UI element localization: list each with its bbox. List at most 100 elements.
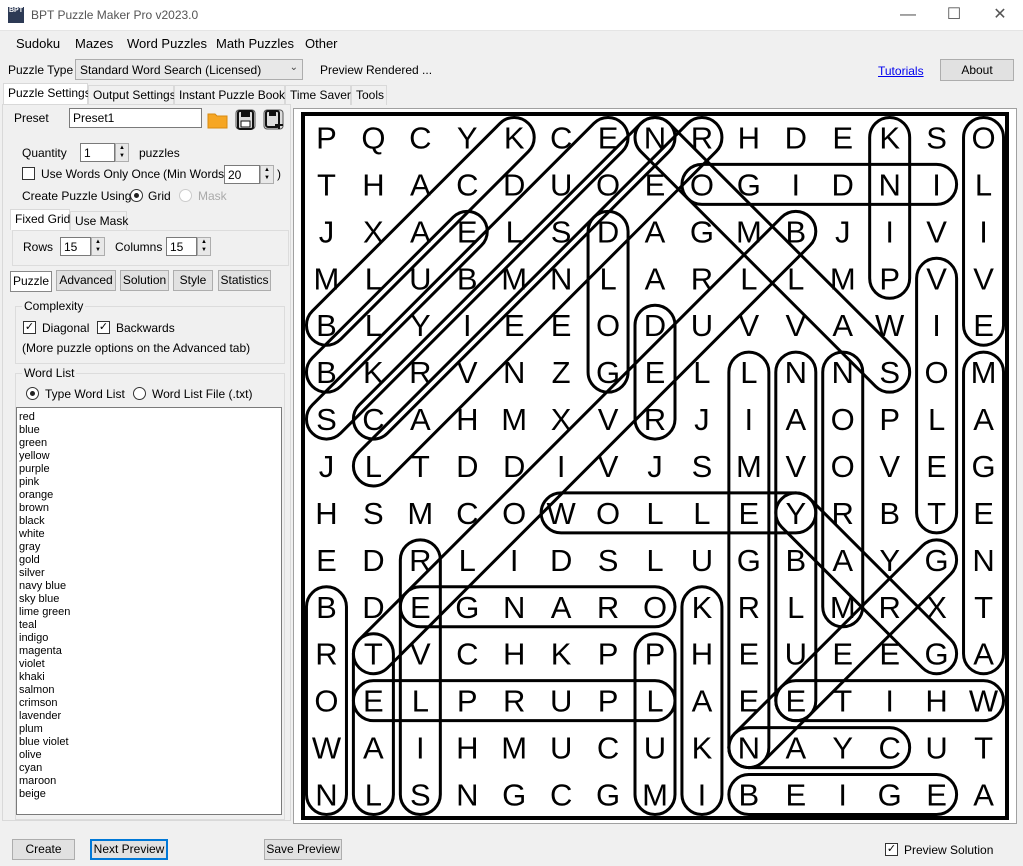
- quantity-stepper[interactable]: ▲ ▼: [115, 143, 129, 162]
- preset-input[interactable]: Preset1: [69, 108, 202, 128]
- puzzle-type-select[interactable]: Standard Word Search (Licensed) ⌄: [75, 59, 303, 80]
- word-list-item: pink: [19, 476, 40, 488]
- grid-letter: O: [596, 308, 620, 343]
- tab-time-saver[interactable]: Time Saver: [285, 85, 351, 105]
- grid-letter: D: [785, 120, 807, 155]
- subtab-statistics[interactable]: Statistics: [218, 270, 271, 291]
- grid-letter: C: [550, 778, 572, 813]
- grid-letter: M: [501, 402, 527, 437]
- mask-radio[interactable]: [179, 189, 192, 202]
- subtab-style[interactable]: Style: [173, 270, 213, 291]
- type-word-list-radio[interactable]: [26, 387, 39, 400]
- word-list-file-radio[interactable]: [133, 387, 146, 400]
- grid-letter: S: [363, 496, 384, 531]
- grid-letter: U: [550, 684, 572, 719]
- tab-tools[interactable]: Tools: [351, 85, 387, 105]
- grid-letter: M: [830, 590, 856, 625]
- grid-letter: J: [694, 402, 710, 437]
- menu-other[interactable]: Other: [305, 36, 338, 51]
- type-word-list-label: Type Word List: [45, 387, 125, 401]
- advanced-note: (More puzzle options on the Advanced tab…: [22, 341, 251, 355]
- preset-label: Preset: [14, 111, 49, 125]
- minimize-icon[interactable]: —: [885, 0, 931, 31]
- tab-output-settings[interactable]: Output Settings: [88, 85, 176, 105]
- grid-letter: K: [504, 120, 525, 155]
- grid-letter: R: [503, 684, 525, 719]
- grid-letter: H: [503, 637, 525, 672]
- menu-mazes[interactable]: Mazes: [75, 36, 113, 51]
- grid-letter: U: [691, 308, 713, 343]
- menu-word-puzzles[interactable]: Word Puzzles: [127, 36, 207, 51]
- backwards-checkbox[interactable]: ✓: [97, 321, 110, 334]
- grid-letter: U: [691, 543, 713, 578]
- subtab-advanced[interactable]: Advanced: [56, 270, 116, 291]
- columns-input[interactable]: 15: [166, 237, 197, 256]
- word-list-item: black: [19, 515, 45, 527]
- grid-letter: I: [979, 214, 988, 249]
- close-icon[interactable]: ✕: [977, 0, 1023, 31]
- menu-sudoku[interactable]: Sudoku: [16, 36, 60, 51]
- maximize-icon[interactable]: ☐: [931, 0, 977, 31]
- grid-letter: S: [598, 543, 619, 578]
- diagonal-checkbox[interactable]: ✓: [23, 321, 36, 334]
- subtab-solution[interactable]: Solution: [120, 270, 169, 291]
- word-list-item: sky blue: [19, 593, 60, 605]
- grid-letter: Y: [832, 731, 853, 766]
- grid-letter: V: [973, 261, 994, 296]
- subtab-puzzle[interactable]: Puzzle: [10, 271, 52, 292]
- word-list-item: plum: [19, 723, 43, 735]
- puzzle-grid: P Q C Y K C E N R H D E K S OT H A C D U O E O G I D N I LJ X A E L S D A G M…: [301, 112, 1009, 820]
- grid-letter: V: [598, 402, 619, 437]
- about-button[interactable]: About: [940, 59, 1014, 81]
- grid-letter: A: [551, 590, 572, 625]
- grid-letter: P: [316, 120, 337, 155]
- grid-letter: N: [315, 778, 337, 813]
- grid-letter: N: [878, 167, 900, 202]
- grid-letter: L: [646, 543, 663, 578]
- word-list-textarea[interactable]: red blue green yellow purple pink orange brown b…: [16, 407, 282, 815]
- next-preview-button[interactable]: Next Preview: [90, 839, 168, 860]
- grid-letter: T: [974, 590, 993, 625]
- grid-letter: H: [456, 731, 478, 766]
- puzzle-type-value: Standard Word Search (Licensed): [80, 63, 262, 77]
- tutorials-link[interactable]: Tutorials: [878, 64, 924, 78]
- rows-stepper[interactable]: ▲ ▼: [91, 237, 105, 256]
- grid-letter: N: [456, 778, 478, 813]
- grid-letter: D: [456, 449, 478, 484]
- grid-letter: V: [879, 449, 900, 484]
- grid-letter: L: [693, 496, 710, 531]
- open-folder-icon[interactable]: [206, 108, 229, 131]
- grid-letter: E: [785, 684, 806, 719]
- grid-letter: D: [362, 543, 384, 578]
- save-preview-button[interactable]: Save Preview: [264, 839, 342, 860]
- quantity-input[interactable]: 1: [80, 143, 115, 162]
- save-icon[interactable]: [234, 108, 257, 131]
- word-list-item: blue: [19, 424, 40, 436]
- save-as-icon[interactable]: [262, 108, 285, 131]
- tab-use-mask[interactable]: Use Mask: [70, 211, 128, 230]
- min-words-input[interactable]: 20: [224, 165, 260, 184]
- tab-instant-puzzle-books[interactable]: Instant Puzzle Books: [174, 85, 291, 105]
- grid-letter: I: [557, 449, 566, 484]
- grid-letter: H: [362, 167, 384, 202]
- grid-letter: D: [550, 543, 572, 578]
- grid-letter: V: [926, 214, 947, 249]
- min-words-label: (Min Words:: [163, 167, 228, 181]
- grid-letter: G: [737, 543, 761, 578]
- min-words-stepper[interactable]: ▲ ▼: [260, 165, 274, 184]
- preview-solution-checkbox[interactable]: ✓: [885, 843, 898, 856]
- complexity-group: [15, 306, 285, 364]
- rows-input[interactable]: 15: [60, 237, 91, 256]
- grid-letter: E: [973, 496, 994, 531]
- create-button[interactable]: Create: [12, 839, 75, 860]
- use-words-once-checkbox[interactable]: [22, 167, 35, 180]
- grid-letter: P: [879, 261, 900, 296]
- word-list-item: brown: [19, 502, 49, 514]
- menu-math-puzzles[interactable]: Math Puzzles: [216, 36, 294, 51]
- grid-letter: A: [645, 261, 666, 296]
- columns-stepper[interactable]: ▲ ▼: [197, 237, 211, 256]
- word-list-item: gray: [19, 541, 41, 553]
- tab-fixed-grid[interactable]: Fixed Grid: [10, 209, 70, 230]
- grid-radio[interactable]: [130, 189, 143, 202]
- tab-puzzle-settings[interactable]: Puzzle Settings: [3, 83, 91, 105]
